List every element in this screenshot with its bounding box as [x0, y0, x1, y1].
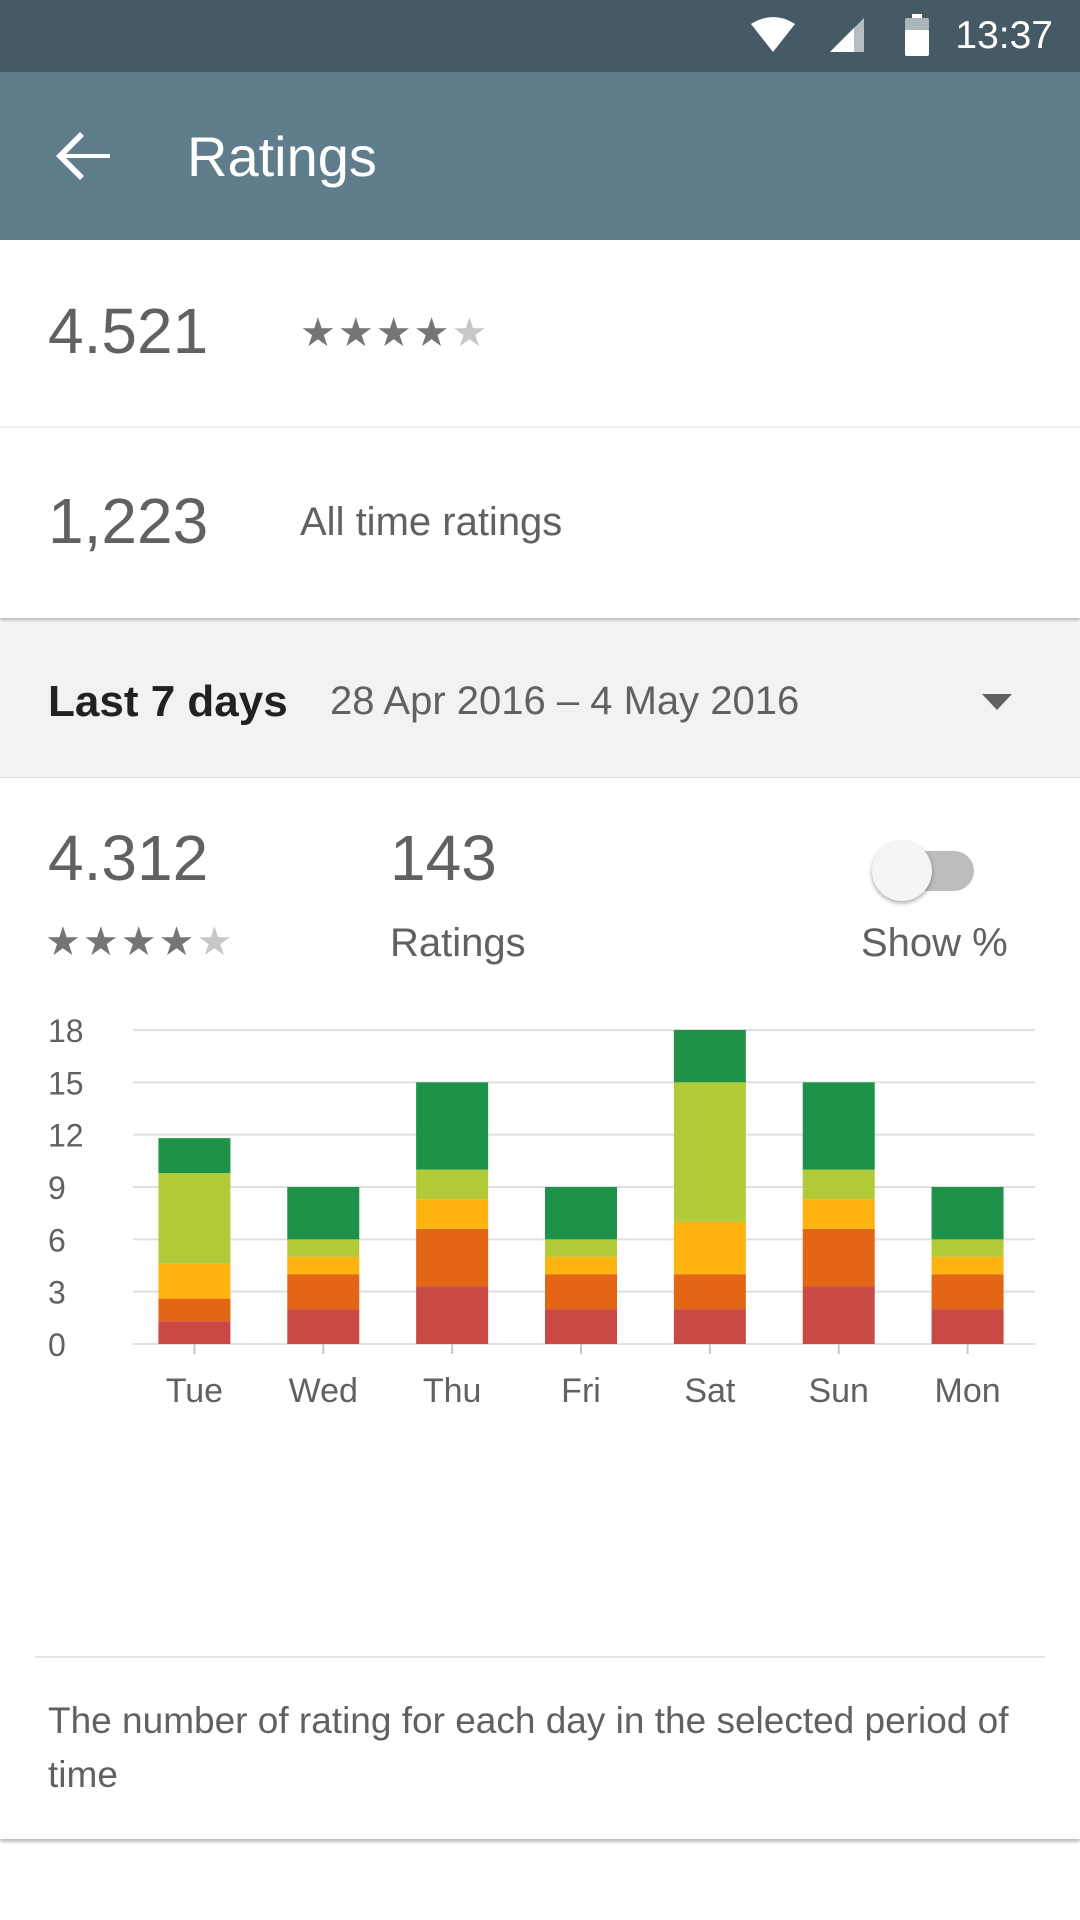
bar-segment-wed-2 [287, 1274, 360, 1310]
bar-segment-thu-1 [416, 1286, 489, 1344]
bar-segment-sun-4 [802, 1169, 875, 1200]
page-title: Ratings [187, 125, 377, 188]
star-filled-icon: ★ [300, 311, 338, 355]
chart-description: The number of rating for each day in the… [48, 1700, 1009, 1795]
x-tick-label: Sun [808, 1372, 869, 1410]
y-tick-label: 12 [48, 1118, 84, 1154]
x-tick-label: Sat [684, 1372, 736, 1410]
x-tick-label: Thu [423, 1372, 482, 1410]
x-tick-label: Tue [166, 1372, 223, 1410]
x-tick-label: Mon [935, 1372, 1001, 1410]
y-tick-label: 6 [48, 1222, 66, 1258]
star-filled-icon: ★ [45, 920, 83, 964]
bar-segment-fri-3 [545, 1256, 617, 1275]
bar-segment-sat-2 [673, 1274, 746, 1310]
y-tick-label: 3 [48, 1275, 66, 1311]
arrow-back-icon[interactable] [52, 124, 116, 188]
period-count-label: Ratings [390, 921, 526, 965]
bar-segment-mon-5 [931, 1187, 1004, 1240]
bar-segment-fri-1 [545, 1309, 617, 1344]
bar-segment-mon-1 [931, 1309, 1004, 1344]
ratings-bar-chart: 0 3 6 9 12 15 18 Tue Wed Thu Fri Sat Sun Mon [48, 1013, 1035, 1410]
star-filled-icon: ★ [120, 920, 159, 964]
bar-segment-tue-4 [158, 1173, 231, 1264]
bar-segment-wed-5 [287, 1187, 360, 1240]
star-empty-icon: ★ [451, 311, 490, 355]
status-bar: 13:37 [0, 0, 1080, 72]
total-count: 1,223 [48, 485, 209, 557]
period-stars: ★★★★★ [45, 919, 234, 965]
app-bar: Ratings [0, 72, 1080, 240]
period-stats-card: 4.312 ★★★★★ 143 Ratings Show % 0 3 6 9 12 15 1… [0, 779, 1080, 1839]
bar-segment-sat-3 [673, 1221, 746, 1275]
bar-segment-thu-3 [416, 1199, 489, 1229]
bar-segment-thu-5 [416, 1082, 489, 1170]
bar-segment-sun-2 [802, 1228, 875, 1287]
wifi-icon [751, 17, 795, 52]
bar-segment-wed-1 [287, 1309, 360, 1344]
show-percent-toggle[interactable] [872, 839, 982, 901]
x-tick-label: Wed [289, 1372, 358, 1410]
bar-segment-mon-2 [931, 1274, 1004, 1310]
bar-segment-sat-4 [673, 1082, 746, 1222]
star-empty-icon: ★ [196, 920, 235, 964]
star-filled-icon: ★ [82, 920, 121, 964]
bar-segment-tue-5 [158, 1138, 231, 1174]
bar-segment-sun-1 [802, 1286, 875, 1344]
bar-segment-fri-2 [545, 1274, 617, 1310]
bar-segment-fri-5 [545, 1187, 617, 1240]
toggle-thumb [872, 841, 932, 901]
bar-segment-thu-4 [416, 1169, 489, 1200]
bar-segment-sun-3 [802, 1199, 875, 1229]
y-tick-label: 18 [48, 1013, 84, 1049]
star-filled-icon: ★ [337, 311, 376, 355]
bar-segment-sat-5 [673, 1030, 746, 1083]
bar-segment-fri-4 [545, 1239, 617, 1257]
period-selector[interactable]: Last 7 days 28 Apr 2016 – 4 May 2016 [0, 622, 1080, 778]
bar-segment-wed-4 [287, 1239, 360, 1257]
star-filled-icon: ★ [158, 920, 197, 964]
bar-segment-mon-3 [931, 1256, 1004, 1275]
total-ratings-row: 1,223 All time ratings [0, 430, 1080, 618]
star-filled-icon: ★ [413, 311, 452, 355]
y-tick-label: 9 [48, 1170, 66, 1206]
clock: 13:37 [955, 14, 1053, 57]
period-label: Last 7 days [48, 677, 288, 726]
bar-segment-sun-5 [802, 1082, 875, 1170]
show-percent-label: Show % [861, 921, 1008, 965]
bar-segment-tue-1 [158, 1321, 231, 1344]
x-tick-label: Fri [561, 1372, 601, 1410]
overall-average: 4.521 [48, 295, 209, 367]
battery-icon [905, 14, 929, 56]
dropdown-arrow-icon[interactable] [982, 694, 1012, 712]
star-filled-icon: ★ [375, 311, 414, 355]
period-count: 143 [390, 822, 497, 894]
period-range: 28 Apr 2016 – 4 May 2016 [330, 679, 800, 723]
divider [35, 1656, 1045, 1658]
y-tick-label: 0 [48, 1327, 66, 1363]
bar-segment-sat-1 [673, 1309, 746, 1344]
total-label: All time ratings [300, 500, 563, 544]
overall-stars: ★★★★★ [300, 310, 489, 356]
bar-segment-tue-2 [158, 1298, 231, 1322]
cell-signal-icon [830, 18, 864, 52]
bar-segment-mon-4 [931, 1239, 1004, 1257]
bar-segment-tue-3 [158, 1263, 231, 1299]
y-tick-label: 15 [48, 1065, 84, 1101]
overall-rating-row: 4.521 [0, 240, 1080, 428]
bar-segment-wed-3 [287, 1256, 360, 1275]
period-average: 4.312 [48, 822, 209, 894]
bar-segment-thu-2 [416, 1228, 489, 1287]
